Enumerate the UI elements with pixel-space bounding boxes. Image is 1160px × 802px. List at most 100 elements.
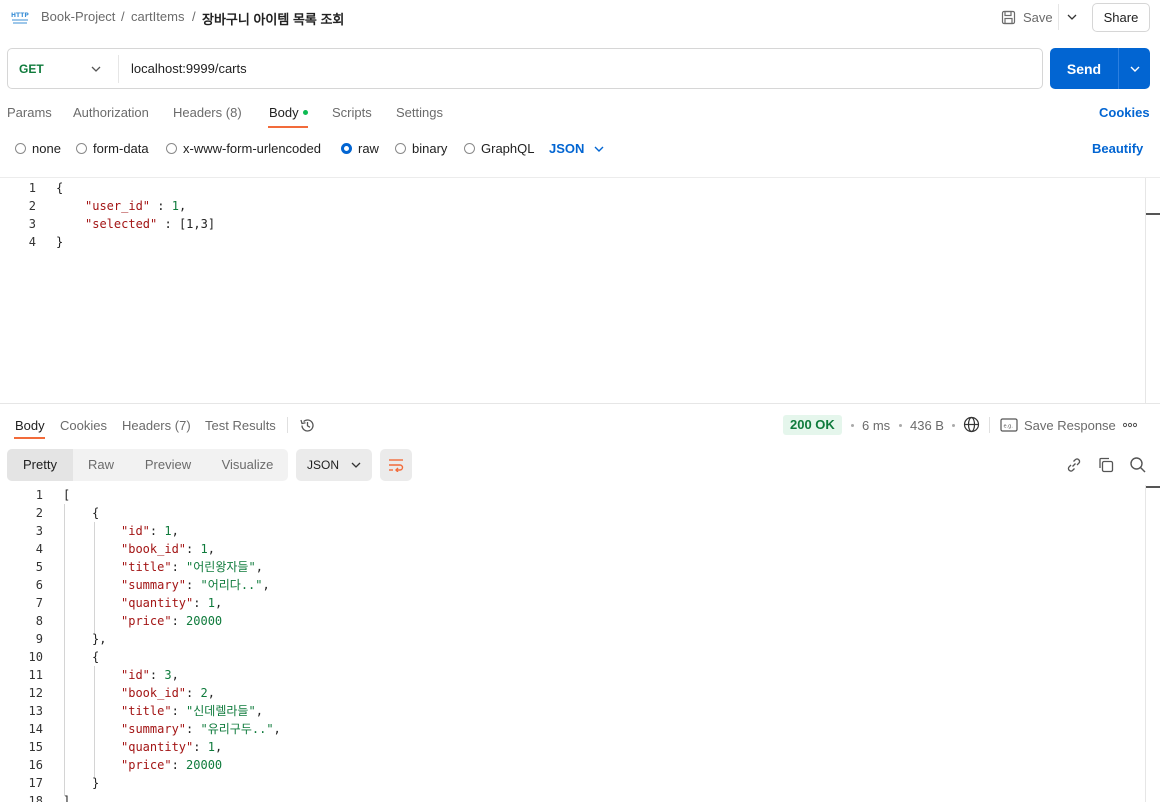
code-line: ] (63, 792, 70, 802)
line-number: 1 (28, 181, 36, 195)
globe-icon[interactable] (963, 416, 980, 433)
json-value: 20000 (186, 614, 223, 628)
line-number: 12 (28, 686, 43, 700)
breadcrumb-separator: / (192, 9, 196, 24)
breadcrumb-request-name[interactable]: 장바구니 아이템 목록 조회 (202, 9, 344, 28)
tab-authorization[interactable]: Authorization (73, 105, 149, 120)
tab-scripts[interactable]: Scripts (332, 105, 372, 120)
response-size[interactable]: 436 B (910, 418, 944, 433)
line-number: 7 (35, 596, 43, 610)
response-time[interactable]: 6 ms (862, 418, 890, 433)
code-line: "price": 20000 (121, 756, 222, 774)
json-key: "id" (121, 668, 150, 682)
response-scrollbar[interactable] (1145, 485, 1146, 802)
body-type-binary[interactable]: binary (395, 141, 447, 156)
body-type-raw[interactable]: raw (341, 141, 379, 156)
radio-button[interactable] (15, 143, 26, 154)
json-punctuation: , (171, 524, 179, 538)
copy-icon[interactable] (1097, 456, 1115, 474)
json-punctuation: : (149, 668, 165, 682)
line-number: 1 (35, 488, 43, 502)
json-key: "selected" (85, 217, 158, 231)
json-punctuation: : (150, 199, 172, 213)
save-response-icon[interactable]: e.g. (1000, 418, 1018, 432)
beautify-link[interactable]: Beautify (1092, 141, 1143, 156)
cookies-link[interactable]: Cookies (1099, 105, 1150, 120)
save-button[interactable]: Save (1001, 7, 1053, 27)
json-punctuation: : (186, 722, 201, 736)
json-punctuation: { (92, 506, 100, 520)
radio-button[interactable] (76, 143, 87, 154)
save-options-button[interactable] (1058, 4, 1084, 30)
view-raw[interactable]: Raw (73, 449, 129, 481)
response-tab-headers[interactable]: Headers (7) (122, 418, 191, 433)
request-body-editor[interactable]: 1 2 3 4 { "user_id" : 1, "selected" : [1… (0, 177, 1160, 404)
more-options-icon[interactable] (1123, 422, 1137, 428)
tab-params[interactable]: Params (7, 105, 52, 120)
json-value: 2 (200, 686, 208, 700)
body-format-select[interactable]: JSON (549, 141, 604, 156)
json-value: 20000 (186, 758, 223, 772)
tab-body[interactable]: Body (269, 105, 308, 120)
wrap-lines-button[interactable] (380, 449, 412, 481)
link-icon[interactable] (1065, 456, 1083, 474)
line-number: 11 (28, 668, 43, 682)
radio-button-selected[interactable] (341, 143, 352, 154)
line-number: 15 (28, 740, 43, 754)
response-tab-cookies[interactable]: Cookies (60, 418, 107, 433)
json-punctuation: , (214, 740, 223, 754)
save-response-button[interactable]: Save Response (1024, 418, 1116, 433)
view-visualize[interactable]: Visualize (207, 449, 288, 481)
json-punctuation: : (149, 524, 165, 538)
share-button[interactable]: Share (1092, 3, 1150, 32)
json-punctuation: }, (92, 632, 107, 646)
breadcrumb-folder[interactable]: cartItems (131, 9, 184, 24)
send-button[interactable]: Send (1050, 48, 1150, 89)
radio-button[interactable] (395, 143, 406, 154)
search-icon[interactable] (1129, 456, 1147, 474)
json-key: "quantity" (121, 740, 194, 754)
tab-headers[interactable]: Headers (8) (173, 105, 242, 120)
chevron-down-icon (1067, 14, 1076, 20)
view-preview[interactable]: Preview (129, 449, 207, 481)
svg-text:HTTP: HTTP (11, 12, 29, 19)
response-format-select[interactable]: JSON (296, 449, 372, 481)
tab-settings[interactable]: Settings (396, 105, 443, 120)
send-label[interactable]: Send (1050, 48, 1118, 89)
url-input[interactable]: localhost:9999/carts (131, 61, 247, 76)
json-key: "book_id" (121, 542, 187, 556)
json-value: "어리다.." (200, 578, 263, 592)
indent-guide (94, 666, 95, 778)
line-number: 6 (35, 578, 43, 592)
chevron-down-icon[interactable] (91, 62, 101, 76)
toolbar-separator (287, 417, 288, 433)
body-type-form-data[interactable]: form-data (76, 141, 149, 156)
body-type-graphql[interactable]: GraphQL (464, 141, 534, 156)
view-pretty[interactable]: Pretty (7, 449, 73, 481)
code-line: { (92, 504, 99, 522)
method-select[interactable]: GET (19, 62, 44, 76)
json-value: "유리구두.." (200, 722, 274, 736)
radio-button[interactable] (166, 143, 177, 154)
json-punctuation: , (255, 560, 263, 574)
response-tab-body[interactable]: Body (15, 418, 45, 433)
response-divider (0, 403, 1160, 404)
body-type-none[interactable]: none (15, 141, 61, 156)
body-type-urlencoded[interactable]: x-www-form-urlencoded (166, 141, 321, 156)
history-icon[interactable] (299, 417, 316, 434)
toolbar-separator (989, 417, 990, 433)
indent-guide (64, 504, 65, 796)
response-format-label: JSON (307, 458, 340, 472)
radio-button[interactable] (464, 143, 475, 154)
status-badge[interactable]: 200 OK (783, 415, 842, 435)
json-key: "title" (121, 560, 172, 574)
response-tab-test-results[interactable]: Test Results (205, 418, 276, 433)
json-punctuation: : (193, 596, 208, 610)
breadcrumb-collection[interactable]: Book-Project (41, 9, 115, 24)
json-value: [1,3] (178, 217, 216, 231)
editor-scrollbar[interactable] (1145, 178, 1146, 404)
chevron-down-icon (351, 462, 361, 468)
send-options-button[interactable] (1119, 48, 1150, 89)
code-line: "title": "신데렐라들", (121, 702, 263, 720)
line-number: 4 (35, 542, 43, 556)
